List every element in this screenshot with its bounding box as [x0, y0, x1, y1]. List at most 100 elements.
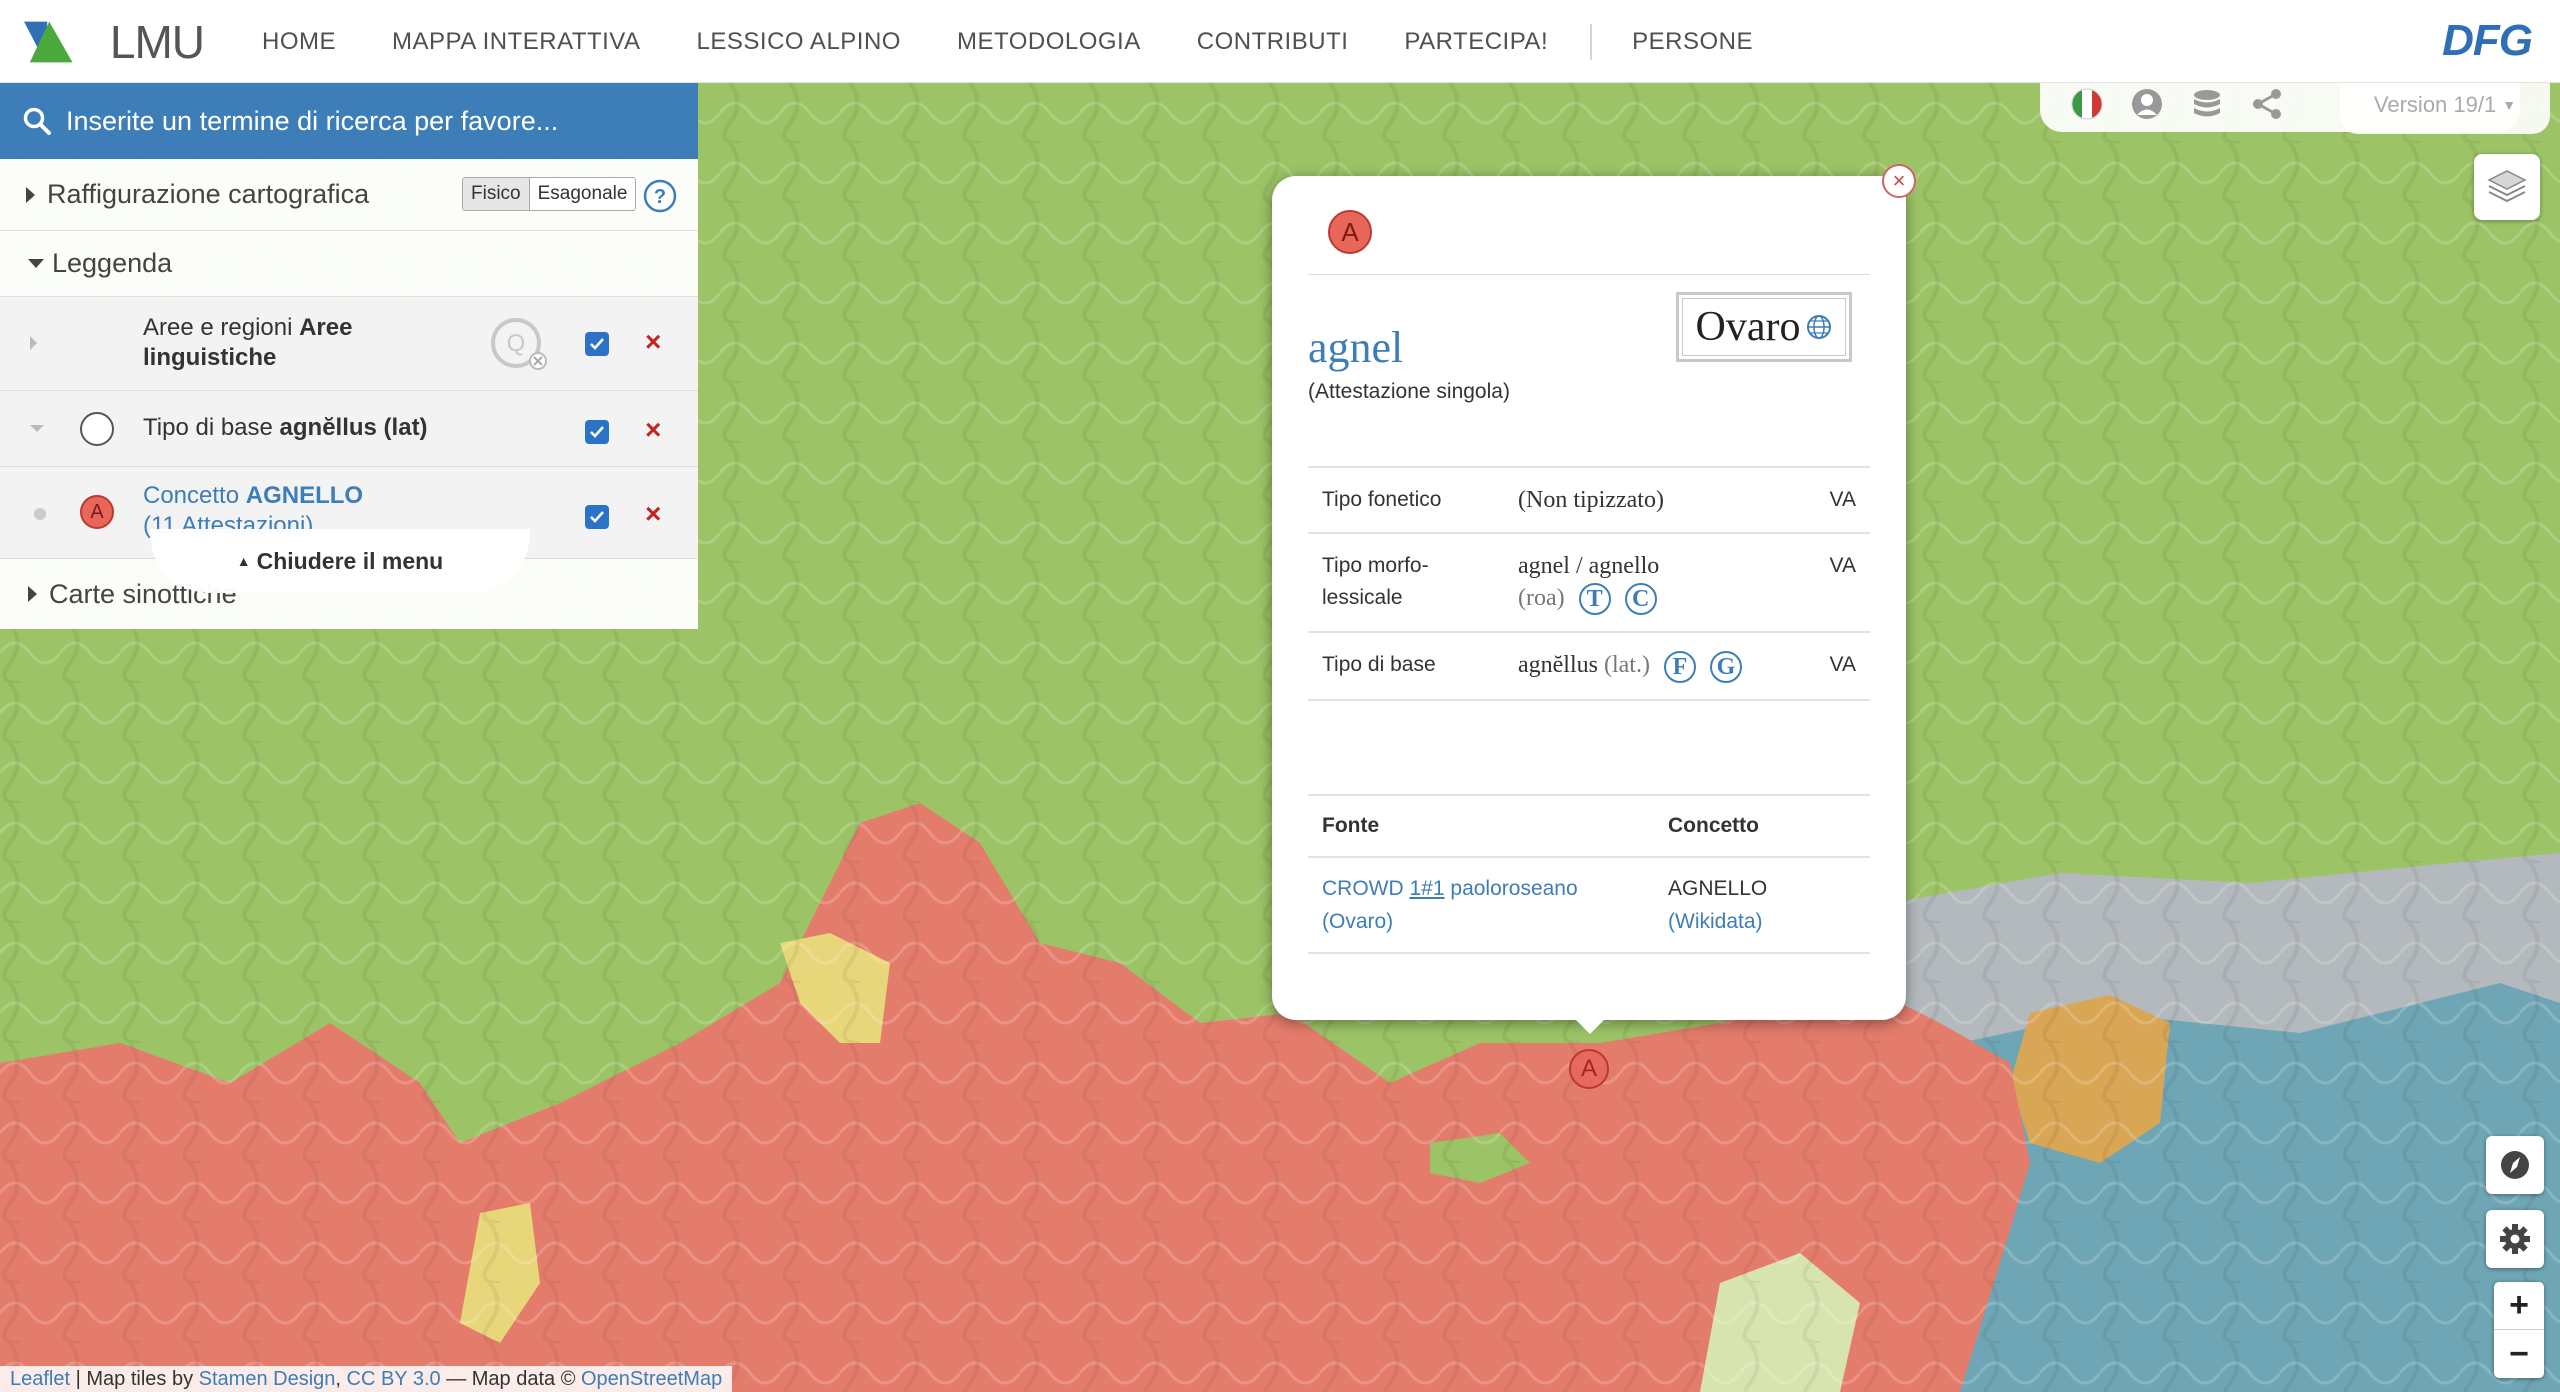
settings-button[interactable]	[2486, 1210, 2544, 1268]
row-label: Tipo morfo-lessicale	[1322, 554, 1429, 609]
column-header-concetto: Concetto	[1668, 814, 1759, 837]
map-attribution: Leaflet | Map tiles by Stamen Design, CC…	[0, 1366, 733, 1392]
italian-flag-icon[interactable]	[2070, 87, 2104, 121]
search-region-icon[interactable]: Q	[490, 317, 550, 378]
concept-name: AGNELLO	[1668, 877, 1768, 900]
help-icon[interactable]: ?	[643, 179, 677, 218]
search-icon	[23, 107, 51, 135]
row-value: (Non tipizzato)	[1518, 487, 1664, 513]
version-dropdown[interactable]: Version 19/1 ▼	[2340, 76, 2550, 134]
row-label: Tipo fonetico	[1322, 488, 1442, 511]
row-value: agnĕllus (lat.) F G	[1504, 632, 1810, 699]
chevron-up-icon: ▲	[236, 553, 251, 569]
bullet-dot-icon	[34, 508, 46, 520]
expand-arrow-icon	[28, 586, 37, 602]
layers-icon	[2487, 170, 2527, 203]
type-c-button[interactable]: C	[1624, 583, 1657, 616]
nav-mappa-interattiva[interactable]: MAPPA INTERATTIVA	[392, 28, 641, 56]
main-nav: HOME MAPPA INTERATTIVA LESSICO ALPINO ME…	[262, 0, 1809, 83]
raffigurazione-section[interactable]: Raffigurazione cartografica Fisico Esago…	[0, 159, 698, 231]
search-placeholder: Inserite un termine di ricerca per favor…	[66, 105, 559, 136]
svg-text:?: ?	[654, 186, 666, 208]
version-label: Version 19/1	[2373, 92, 2497, 117]
raffigurazione-title: Raffigurazione cartografica	[47, 179, 370, 209]
nav-lessico-alpino[interactable]: LESSICO ALPINO	[697, 28, 901, 56]
concetto-cell: AGNELLO (Wikidata)	[1654, 857, 1870, 953]
attestation-word: agnel	[1308, 323, 1404, 372]
nav-persone[interactable]: PERSONE	[1632, 28, 1753, 56]
user-icon[interactable]	[2130, 87, 2164, 121]
column-header-fonte: Fonte	[1322, 814, 1380, 837]
leggenda-section[interactable]: Leggenda	[0, 231, 698, 297]
legend-checkbox-aree[interactable]	[585, 332, 609, 356]
leggenda-title: Leggenda	[52, 248, 173, 278]
osm-link[interactable]: OpenStreetMap	[581, 1368, 722, 1390]
map-marker-letter: A	[1580, 1055, 1597, 1082]
crowd-id-link[interactable]: 1#1	[1410, 877, 1445, 900]
popup-marker-icon: A	[1328, 210, 1372, 254]
marker-a-symbol: A	[80, 495, 114, 529]
nav-metodologia[interactable]: METODOLOGIA	[957, 28, 1141, 56]
collapse-arrow-icon[interactable]	[30, 425, 44, 432]
zoom-out-button[interactable]: −	[2494, 1330, 2544, 1378]
database-icon[interactable]	[2190, 87, 2224, 121]
attestation-subtitle: (Attestazione singola)	[1308, 380, 1510, 403]
chevron-down-icon: ▼	[2502, 97, 2517, 113]
dfg-logo[interactable]: DFG	[2442, 16, 2533, 66]
empty-circle-symbol	[80, 412, 114, 446]
row-source: VA	[1829, 653, 1856, 677]
cc-link[interactable]: CC BY 3.0	[347, 1368, 441, 1390]
fisico-option[interactable]: Fisico	[463, 178, 530, 210]
type-table: Tipo fonetico (Non tipizzato) VA Tipo mo…	[1308, 466, 1870, 701]
nav-home[interactable]: HOME	[262, 28, 336, 56]
row-label: Tipo di base	[1322, 653, 1436, 677]
stamen-link[interactable]: Stamen Design	[199, 1368, 336, 1390]
share-icon[interactable]	[2250, 87, 2284, 121]
close-menu-label: Chiudere il menu	[256, 547, 444, 574]
wikidata-link[interactable]: (Wikidata)	[1668, 910, 1763, 933]
type-g-button[interactable]: G	[1709, 650, 1742, 683]
svg-text:Q: Q	[507, 330, 526, 357]
logo[interactable]: LMU	[24, 16, 205, 68]
search-input[interactable]: Inserite un termine di ricerca per favor…	[0, 83, 698, 159]
legend-checkbox-tipo[interactable]	[585, 420, 609, 444]
gear-icon	[2500, 1224, 2530, 1254]
legend-checkbox-concetto[interactable]	[585, 505, 609, 529]
fonte-cell: CROWD 1#1 paoloroseano (Ovaro)	[1308, 857, 1654, 953]
legend-label-tipo-di-base: Tipo di base agnĕllus (lat)	[143, 414, 428, 441]
place-link[interactable]: Ovaro	[1676, 292, 1852, 362]
place-link-small[interactable]: (Ovaro)	[1322, 910, 1393, 933]
row-source: VA	[1829, 488, 1856, 511]
user-link[interactable]: paoloroseano	[1450, 877, 1577, 900]
zoom-in-button[interactable]: +	[2494, 1282, 2544, 1330]
zoom-control: + −	[2494, 1282, 2544, 1378]
row-source: VA	[1829, 554, 1856, 577]
crowd-link[interactable]: CROWD	[1322, 877, 1404, 900]
expand-arrow-icon	[26, 186, 35, 203]
close-menu-button[interactable]: ▲ Chiudere il menu	[150, 529, 530, 593]
close-icon[interactable]: ×	[1882, 164, 1916, 198]
compass-button[interactable]	[2486, 1136, 2544, 1194]
remove-icon[interactable]: ×	[645, 500, 661, 528]
expand-arrow-icon[interactable]	[30, 336, 37, 350]
compass-icon	[2501, 1151, 2529, 1179]
leaflet-link[interactable]: Leaflet	[10, 1368, 70, 1390]
table-row: Tipo di base agnĕllus (lat.) F G VA	[1308, 632, 1870, 700]
remove-icon[interactable]: ×	[645, 328, 661, 356]
legend-label-aree: Aree e regioni Aree linguistiche	[143, 314, 353, 371]
row-value: agnel / agnello (roa) T C	[1504, 533, 1810, 632]
table-row: Tipo morfo-lessicale agnel / agnello (ro…	[1308, 533, 1870, 632]
nav-divider	[1590, 23, 1593, 60]
table-row: Tipo fonetico (Non tipizzato) VA	[1308, 467, 1870, 533]
nav-contributi[interactable]: CONTRIBUTI	[1197, 28, 1349, 56]
top-navigation-bar: LMU HOME MAPPA INTERATTIVA LESSICO ALPIN…	[0, 0, 2560, 83]
logo-text: LMU	[109, 16, 205, 68]
nav-partecipa[interactable]: PARTECIPA!	[1404, 28, 1548, 56]
va-logo-icon	[24, 21, 73, 63]
type-t-button[interactable]: T	[1578, 583, 1611, 616]
type-f-button[interactable]: F	[1663, 650, 1696, 683]
layers-button[interactable]	[2474, 154, 2540, 220]
map-attestation-marker[interactable]: A	[1569, 1049, 1609, 1089]
remove-icon[interactable]: ×	[645, 416, 661, 444]
esagonale-option[interactable]: Esagonale	[529, 178, 636, 210]
